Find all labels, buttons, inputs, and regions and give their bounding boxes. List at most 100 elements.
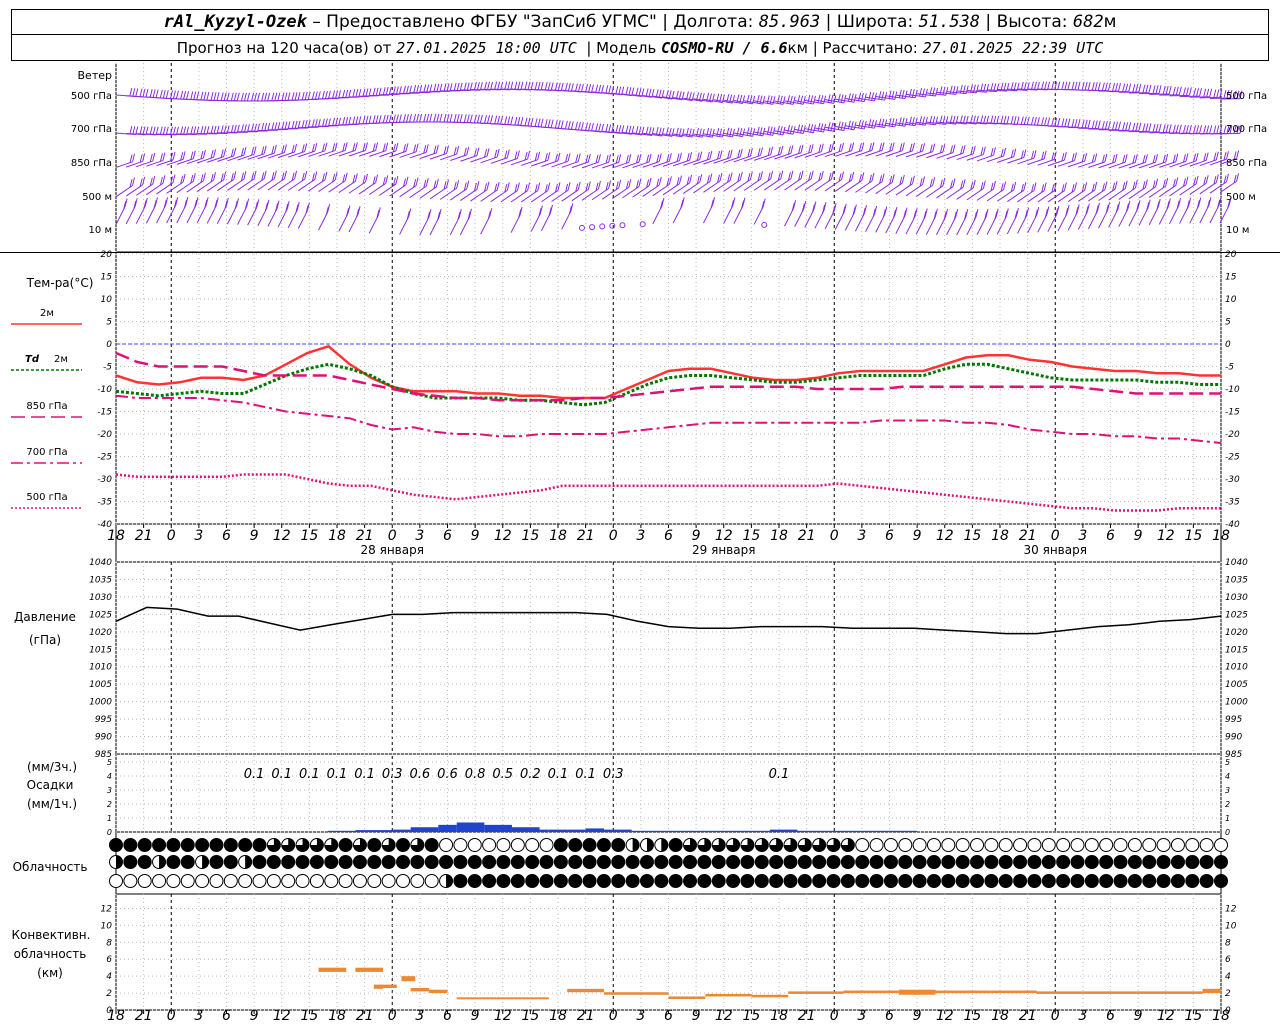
wind-barb-flag [321,118,325,127]
cloud-lower [1113,874,1128,888]
wind-barb-flag [466,146,470,155]
wind-barb-flag [1101,154,1105,163]
precip-bar [604,829,632,832]
wind-barb-flag [283,170,287,179]
wind-barb-flag [1115,121,1119,130]
wind-barb-shaft [176,158,194,165]
meteogram: 20 2015 1510 105 50 0-5 -5-10 -10-15 -15-20 -20-2… [0,63,1280,1024]
x-tick-label: 15 [963,1008,981,1024]
cloud-lower [568,874,583,888]
wind-barb-flag [1023,182,1027,191]
cloud-middle [352,855,367,869]
wind-barb-flag [580,83,584,93]
wind-barb-flag [919,143,923,153]
y-tick-label-right: 3 [1225,786,1230,795]
y-tick-label: 1030 [89,593,112,603]
cloud-lower [654,874,669,888]
wind-barb-flag [1148,123,1152,132]
wind-barb-flag [402,114,406,123]
wind-level-label: 10 м [89,225,112,236]
wind-barb-shaft [1108,209,1119,228]
wind-barb-flag [1203,88,1207,98]
wind-barb-flag [314,119,318,128]
x-tick-label: 21 [356,528,374,544]
x-tick-label: 9 [250,1008,259,1024]
wind-barb-flag [577,153,581,162]
wind-barb-flag [314,91,318,100]
wind-barb-flag [1128,122,1132,131]
wind-barb-shaft [662,160,680,167]
x-tick-label: 3 [415,528,424,544]
wind-barb-flag [193,91,197,100]
wind-barb-flag [456,114,460,123]
y-tick-label: 1000 [89,698,112,708]
precip-bar [585,828,605,832]
wind-barb-flag [372,115,376,124]
wind-barb-shaft [125,160,143,168]
wind-barb-flag [595,84,599,93]
wind-barb-flag [436,83,440,93]
wind-barb-flag [487,115,490,124]
wind-barb-flag [550,119,554,128]
wind-barb-flag [942,86,946,95]
cloud-lower [855,874,870,888]
cloud-middle [668,855,683,869]
wind-barb-flag [820,143,824,152]
wind-barb-shaft [186,180,204,193]
wind-barb-flag [729,128,733,137]
x-tick-label: 6 [443,1008,452,1024]
wind-barb-flag [1094,153,1098,162]
wind-barb-flag [1016,116,1020,125]
wind-barb-flag [618,179,622,189]
wind-barb-flag [1112,121,1116,130]
cloud-middle [1214,855,1228,869]
wind-barb-flag [889,143,893,152]
wind-barb-flag [365,115,369,124]
wind-barb-flag [1203,153,1207,162]
cloud-middle [783,855,798,869]
wind-barb-flag [283,144,287,153]
y-tick-label-right: 1035 [1225,575,1248,585]
wind-barb-flag [251,147,255,156]
wind-barb-flag [243,170,247,180]
wind-barb-flag [899,143,903,152]
y-tick-label-right: 20 [1225,250,1237,260]
y-tick-label: 5 [106,318,112,328]
wind-barb-flag [858,119,862,129]
precip-bar [539,829,549,832]
precip-3h-label: 0.1 [299,767,320,782]
wind-barb-flag [344,142,348,151]
x-tick-label: 0 [830,1008,839,1024]
precip-bar [355,830,393,832]
wind-barb-flag [433,145,437,154]
cloud-upper [223,838,238,852]
wind-barb-flag [746,127,750,136]
wind-barb-flag [837,93,841,102]
cloud-lower [611,874,626,888]
wind-barb-flag [446,179,449,188]
wind-barb-flag [426,84,430,93]
precip-3h-label: 0.1 [548,767,569,782]
wind-barb-flag [554,82,558,91]
cloud-middle [424,855,439,869]
wind-barb-flag [881,118,885,128]
wind-barb-flag [294,170,298,180]
wind-barb-flag [628,154,632,163]
x-tick-label: 15 [300,1008,318,1024]
x-tick-label: 12 [494,528,512,544]
wind-barb-flag [210,92,214,101]
wind-barb-flag [216,92,220,101]
wind-barb-flag [223,148,227,157]
wind-barb-flag [335,117,339,126]
wind-barb-flag [354,142,358,151]
precip-unit-1h: (мм/1ч.) [27,797,77,811]
wind-barb-flag [1091,82,1095,91]
wind-barb-flag [466,82,470,91]
wind-barb-flag [524,151,528,161]
cloud-lower [1013,874,1028,888]
wind-barb-flag [1144,154,1148,163]
cloud-middle [582,855,597,869]
wind-barb-flag [1000,115,1004,124]
wind-barb-flag [200,91,204,101]
wind-barb-flag [605,85,609,94]
